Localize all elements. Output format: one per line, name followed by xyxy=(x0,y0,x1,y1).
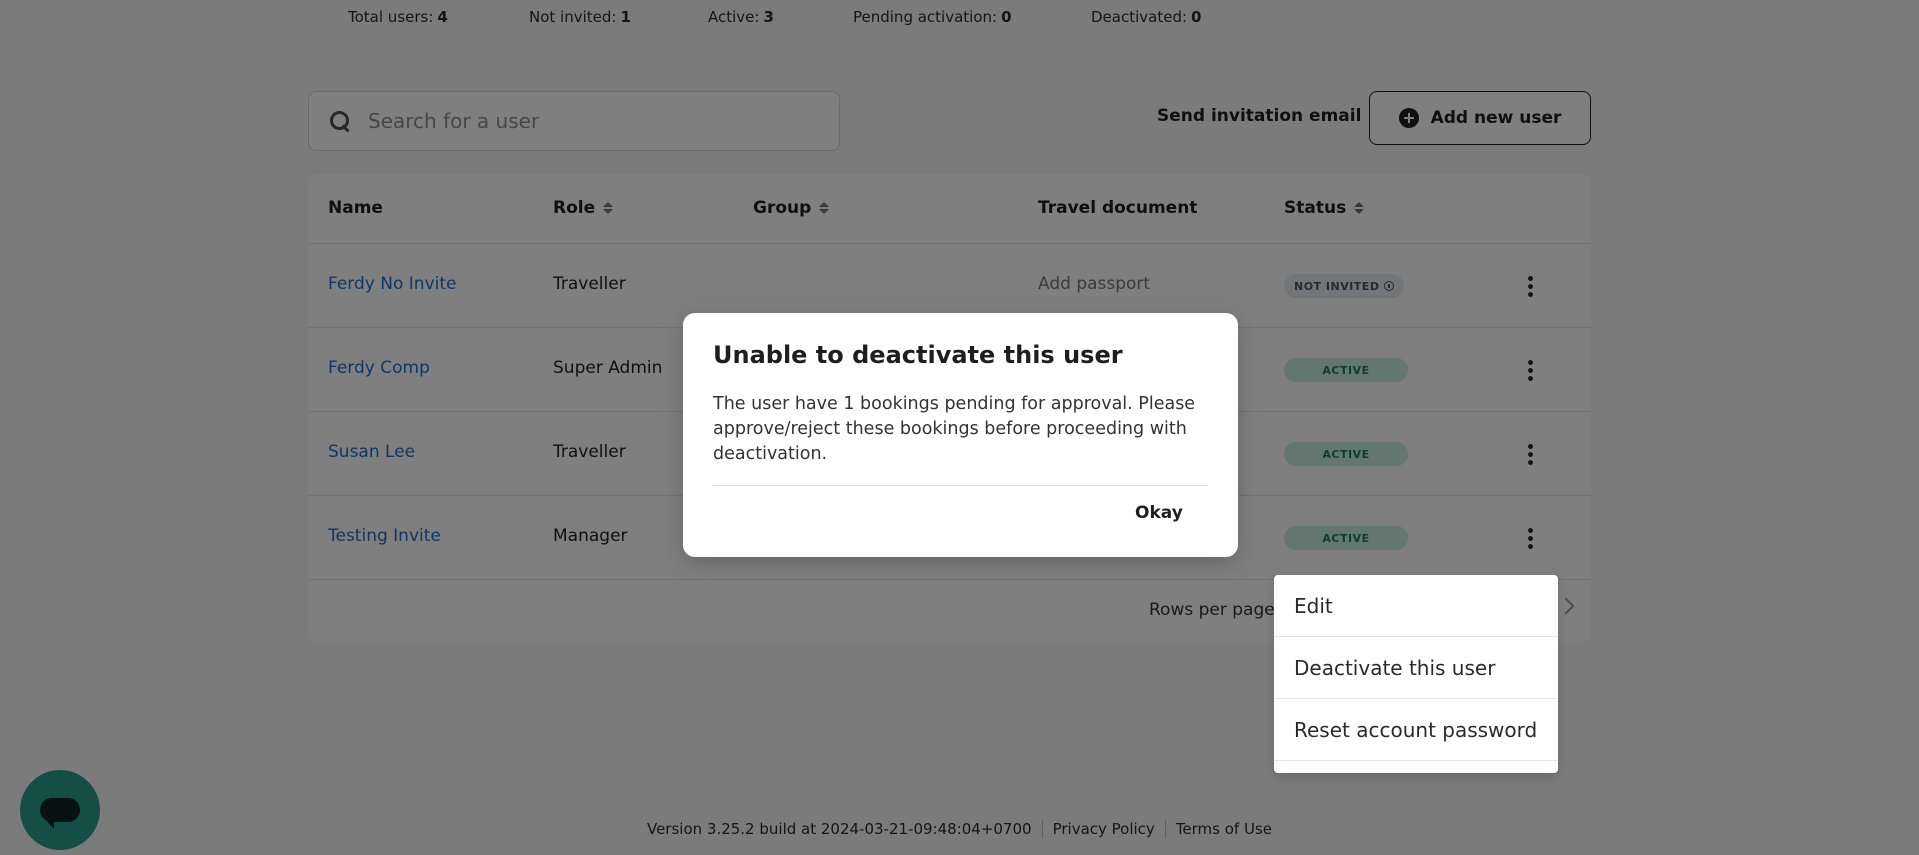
dialog-title: Unable to deactivate this user xyxy=(713,341,1123,369)
row-actions-menu: Edit Deactivate this user Reset account … xyxy=(1274,575,1558,773)
dialog-message: The user have 1 bookings pending for app… xyxy=(713,394,1196,464)
okay-button[interactable]: Okay xyxy=(1135,503,1183,523)
dialog-divider xyxy=(713,485,1208,486)
menu-item-deactivate-user[interactable]: Deactivate this user xyxy=(1274,637,1558,699)
menu-item-reset-password[interactable]: Reset account password xyxy=(1274,699,1558,761)
menu-item-edit[interactable]: Edit xyxy=(1274,575,1558,637)
